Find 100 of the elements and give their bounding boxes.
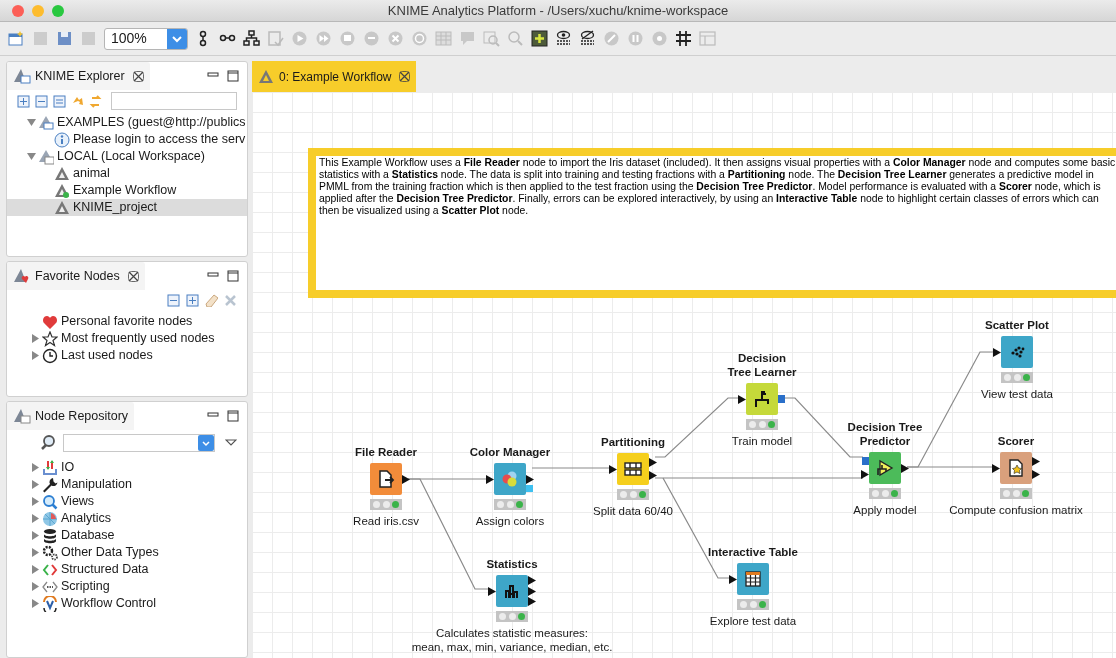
node-description: Explore test data <box>709 614 797 628</box>
partition-icon <box>623 459 643 479</box>
collapsed-caret-icon[interactable] <box>31 514 40 523</box>
maximize-icon[interactable] <box>227 70 239 82</box>
scorer-icon <box>1006 458 1026 478</box>
layout-tree-icon[interactable] <box>243 30 260 47</box>
gears-icon <box>42 544 58 561</box>
tree-item[interactable]: Manipulation <box>7 476 247 493</box>
show-id-icon[interactable] <box>555 30 572 47</box>
node-box[interactable] <box>1001 336 1033 368</box>
filter-field[interactable] <box>111 92 237 110</box>
collapsed-caret-icon[interactable] <box>31 565 40 574</box>
zoom-field[interactable]: 100% <box>104 27 188 50</box>
tree-item[interactable]: EXAMPLES (guest@http://publics <box>7 114 247 131</box>
clock-icon <box>42 347 58 364</box>
collapsed-caret-icon[interactable] <box>31 480 40 489</box>
workflow-icon <box>54 165 70 182</box>
node-description: Apply model <box>853 503 917 517</box>
workflow-icon <box>54 182 70 199</box>
sphere-icon <box>42 510 58 527</box>
collapsed-caret-icon[interactable] <box>31 351 40 360</box>
tree-item[interactable]: animal <box>7 165 247 182</box>
node-title: Color Manager <box>469 445 551 459</box>
node-box[interactable] <box>1000 452 1032 484</box>
tree-item[interactable]: KNIME_project <box>7 199 247 216</box>
save-icon[interactable] <box>56 30 73 47</box>
node-box[interactable] <box>496 575 528 607</box>
panel-tab[interactable]: KNIME Explorer <box>7 62 150 90</box>
expand-icon[interactable] <box>186 293 199 307</box>
collapsed-caret-icon[interactable] <box>31 582 40 591</box>
close-icon[interactable] <box>399 71 411 82</box>
collapsed-caret-icon[interactable] <box>31 497 40 506</box>
tree-icon <box>752 389 772 409</box>
panel-tab[interactable]: Node Repository <box>7 402 135 430</box>
star-icon <box>42 330 58 347</box>
tree-item[interactable]: Please login to access the serv <box>7 131 247 148</box>
node-title: Scorer <box>997 434 1035 448</box>
node-description: Read iris.csv <box>353 514 419 528</box>
node-description: Split data 60/40 <box>593 504 673 518</box>
search-field[interactable] <box>63 434 215 452</box>
tree-item[interactable]: LOCAL (Local Workspace) <box>7 148 247 165</box>
menu-icon[interactable] <box>225 438 237 448</box>
close-window-button[interactable] <box>12 5 24 17</box>
tree-item[interactable]: Structured Data <box>7 561 247 578</box>
collapsed-caret-icon[interactable] <box>31 334 40 343</box>
node-description: View test data <box>981 387 1053 401</box>
hide-name-icon[interactable] <box>579 30 596 47</box>
editor-tab[interactable]: 0: Example Workflow <box>252 61 417 92</box>
collapsed-caret-icon[interactable] <box>31 548 40 557</box>
tree-item[interactable]: Most frequently used nodes <box>7 330 247 347</box>
collapse-all-icon[interactable] <box>35 94 48 108</box>
expand-all-icon[interactable] <box>17 94 30 108</box>
annotation-text: This Example Workflow uses a File Reader node to import the Iris dataset (included). It then assigns visual properties with a Color Manager node and computes some basic statistics with a Statistics node. The data is split into training and testing fractions with a Partitioning node. The Decision Tree Learner generates a predictive model in PMML from the training fraction which is then applied to the test fraction using the Decision Tree Predictor. Model performance is evaluated with a Scorer node, which is applied after the Decision Tree Predictor. Finally, errors can be explored interactively, by using an Interactive Table node to highlight certain classes of errors which can then be visualized using a Scatter Plot node. <box>319 157 1116 217</box>
node-title: Scatter Plot <box>985 318 1049 332</box>
node-box[interactable] <box>746 383 778 415</box>
grid-add-icon[interactable] <box>531 30 548 47</box>
collapse-icon[interactable] <box>53 94 66 108</box>
node-box[interactable] <box>617 453 649 485</box>
expanded-caret-icon[interactable] <box>27 152 36 161</box>
tree-item[interactable]: IO <box>7 459 247 476</box>
tree-item[interactable]: Workflow Control <box>7 595 247 612</box>
tree-item[interactable]: Views <box>7 493 247 510</box>
tree-item[interactable]: Other Data Types <box>7 544 247 561</box>
panel-tab[interactable]: Favorite Nodes <box>7 262 145 290</box>
collapsed-caret-icon[interactable] <box>31 463 40 472</box>
collapse-icon[interactable] <box>167 293 180 307</box>
tree-item[interactable]: Personal favorite nodes <box>7 313 247 330</box>
node-box[interactable] <box>737 563 769 595</box>
tree-item[interactable]: Analytics <box>7 510 247 527</box>
maximize-icon[interactable] <box>227 410 239 422</box>
maximize-icon[interactable] <box>227 270 239 282</box>
new-workflow-icon[interactable] <box>8 30 25 47</box>
node-box[interactable] <box>370 463 402 495</box>
tree-item[interactable]: Database <box>7 527 247 544</box>
tree-item[interactable]: Last used nodes <box>7 347 247 364</box>
dropdown-icon[interactable] <box>198 435 214 451</box>
tree-item[interactable]: Scripting <box>7 578 247 595</box>
grid-icon[interactable] <box>675 30 692 47</box>
node-box[interactable] <box>869 452 901 484</box>
node-description: Assign colors <box>475 514 545 528</box>
tree-item[interactable]: Example Workflow <box>7 182 247 199</box>
magnifier-icon <box>42 493 58 510</box>
close-icon[interactable] <box>127 270 139 282</box>
node-title: Statistics <box>486 557 538 571</box>
repository-icon <box>13 408 31 424</box>
dropdown-icon[interactable] <box>167 28 187 49</box>
collapsed-caret-icon[interactable] <box>31 531 40 540</box>
document-arrow-icon <box>376 469 396 489</box>
search-icon <box>39 434 57 452</box>
predictor-icon <box>875 458 895 478</box>
node-title: Decision Tree Predictor <box>847 420 923 448</box>
window-title: KNIME Analytics Platform - /Users/xuchu/knime-workspace <box>387 1 729 20</box>
io-icon <box>42 459 58 476</box>
node-box[interactable] <box>494 463 526 495</box>
close-icon[interactable] <box>132 70 144 82</box>
eraser-icon[interactable] <box>205 293 218 307</box>
expanded-caret-icon[interactable] <box>27 118 36 127</box>
collapsed-caret-icon[interactable] <box>31 599 40 608</box>
server-icon <box>38 114 54 131</box>
database-icon <box>42 527 58 544</box>
